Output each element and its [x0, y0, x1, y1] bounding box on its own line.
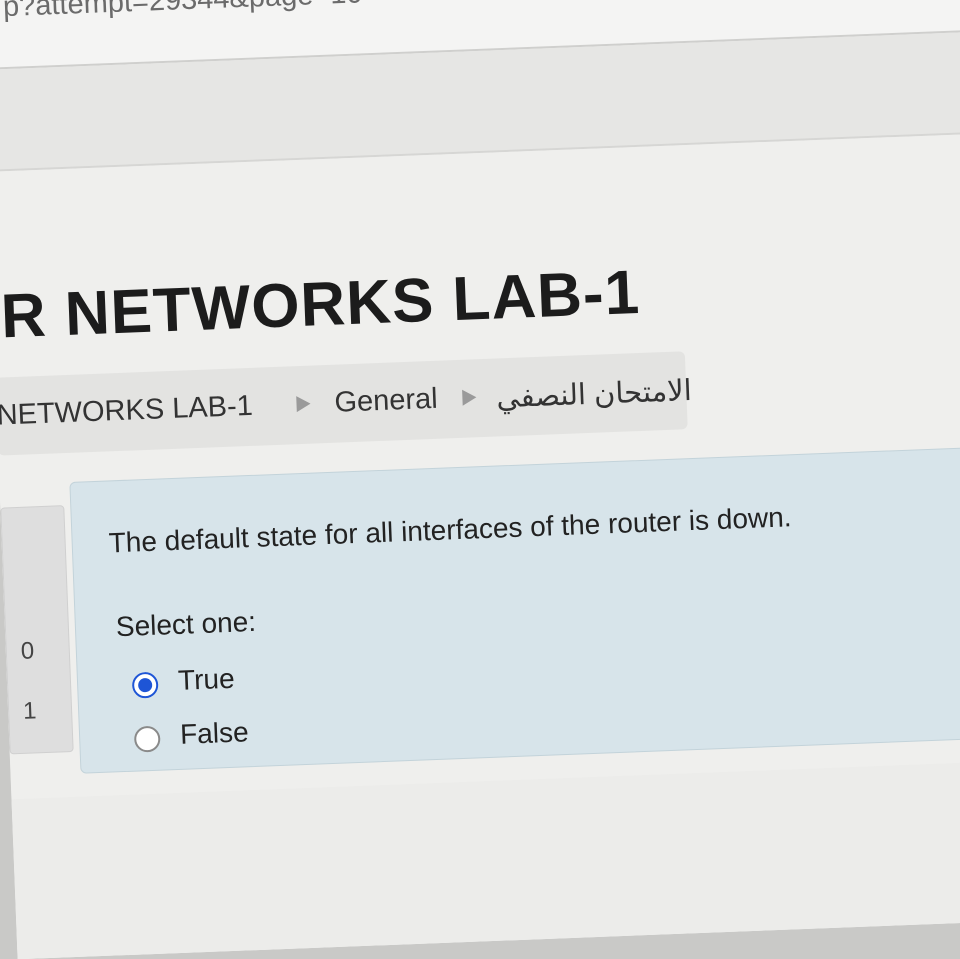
breadcrumb-item-exam[interactable]: الامتحان النصفي [496, 373, 693, 415]
screen: p?attempt=29344&page=10 R NETWORKS LAB-1… [0, 0, 960, 959]
breadcrumb-separator-icon [296, 395, 311, 413]
url-text[interactable]: p?attempt=29344&page=10 [2, 0, 363, 24]
answer-label-true[interactable]: True [177, 663, 235, 697]
question-text: The default state for all interfaces of … [108, 501, 793, 559]
select-one-prompt: Select one: [115, 605, 257, 643]
breadcrumb-separator-icon [462, 389, 477, 406]
info-mark: 0 [20, 637, 35, 665]
answer-option-true[interactable]: True [131, 663, 235, 707]
question-info-box: 0 1 [0, 505, 74, 755]
radio-selected-icon[interactable] [131, 671, 159, 699]
answer-label-false[interactable]: False [180, 716, 250, 751]
answer-option-false[interactable]: False [133, 716, 249, 761]
breadcrumb-item-general[interactable]: General [334, 383, 438, 420]
info-mark: 1 [22, 697, 37, 725]
radio-unselected-icon[interactable] [133, 725, 161, 753]
question-panel: The default state for all interfaces of … [69, 445, 960, 774]
breadcrumb-item-course[interactable]: NETWORKS LAB-1 [0, 390, 253, 433]
